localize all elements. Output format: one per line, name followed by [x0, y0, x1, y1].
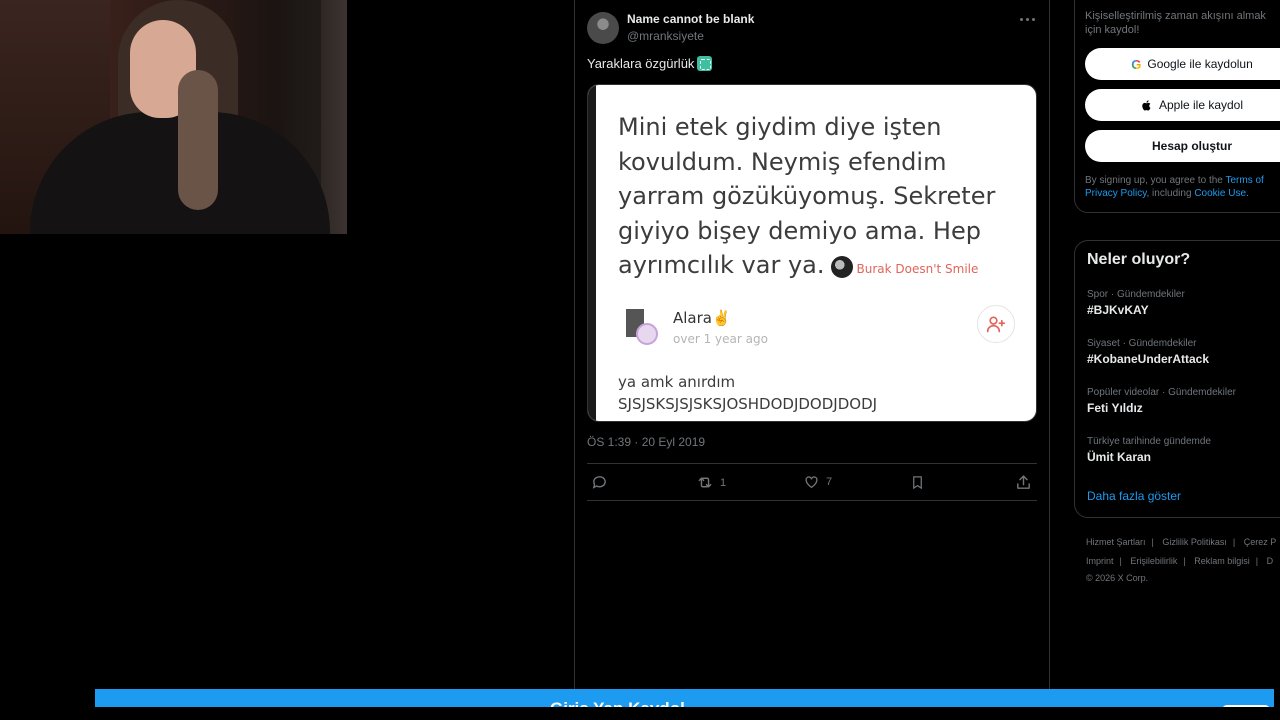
create-account-label: Hesap oluştur [1151, 139, 1232, 153]
author-handle[interactable]: @mranksiyete [627, 29, 704, 43]
meme-line: Mini etek giydim diye işten [618, 113, 942, 141]
add-friend-icon [977, 305, 1015, 343]
webcam-person-hair-strand [178, 70, 218, 210]
footer-link-privacy[interactable]: Gizlilik Politikası [1162, 537, 1227, 547]
tweet-timestamp[interactable]: ÖS 1:39 · 20 Eyl 2019 [587, 435, 705, 449]
comment-time: over 1 year ago [673, 332, 768, 346]
meme-credit: Burak Doesn't Smile [856, 262, 979, 276]
trends-title: Neler oluyor? [1087, 251, 1191, 268]
terms-mid: , including [1146, 188, 1195, 199]
google-icon: G [1131, 56, 1142, 72]
footer-link-more[interactable]: D [1267, 556, 1274, 566]
sidebar-footer: Hizmet Şartları | Gizlilik Politikası | Çe… [1086, 533, 1280, 585]
meme-line-last: ayrımcılık var ya. Burak Doesn't Smile [618, 248, 1008, 287]
tweet-actions: 1 7 [587, 463, 1037, 501]
comment-line: ya amk anırdım [618, 373, 736, 391]
apple-signup-label: Apple ile kaydol [1158, 98, 1244, 112]
bookmark-button[interactable] [910, 474, 925, 491]
comment-body: ya amk anırdım SJSJSKSJSJSKSJOSHDODJDODJ… [618, 371, 1018, 415]
more-options-icon[interactable] [1017, 12, 1037, 26]
cookie-link[interactable]: Cookie Use. [1194, 188, 1248, 199]
share-button[interactable] [1015, 474, 1032, 491]
trend-meta: Spor · Gündemdekiler [1087, 289, 1185, 300]
meme-line: giyiyo bişey demiyo ama. Hep [618, 216, 981, 245]
footer-row: Hizmet Şartları | Gizlilik Politikası | Çe… [1086, 537, 1277, 547]
footer-link-accessibility[interactable]: Erişilebilirlik [1130, 556, 1177, 566]
footer-link-cookie[interactable]: Çerez P [1244, 537, 1277, 547]
tweet-column: Name cannot be blank @mranksiyete Yarakl… [574, 0, 1050, 690]
author-name[interactable]: Name cannot be blank [627, 12, 754, 26]
like-count: 7 [826, 476, 833, 488]
trend-meta: Türkiye tarihinde gündemde [1087, 436, 1211, 447]
trend-name: Feti Yıldız [1087, 401, 1143, 415]
webcam-overlay [0, 0, 347, 234]
like-button[interactable]: 7 [803, 474, 832, 490]
google-signup-button[interactable]: G Google ile kaydolun [1085, 48, 1280, 80]
show-more-link[interactable]: Daha fazla göster [1087, 489, 1181, 503]
trend-meta: Siyaset · Gündemdekiler [1087, 338, 1197, 349]
share-icon [1017, 475, 1030, 489]
signup-card: Kişiselleştirilmiş zaman akışını almak i… [1074, 0, 1280, 213]
google-signup-label: Google ile kaydolun [1147, 57, 1253, 71]
reply-button[interactable] [591, 474, 608, 491]
meme-line: kovuldum. Neymiş efendim [618, 147, 947, 176]
trend-name: Ümit Karan [1087, 450, 1152, 464]
trend-item[interactable]: Spor · Gündemdekiler #BJKvKAY [1087, 289, 1280, 317]
commenter-avatar [626, 309, 662, 347]
trend-item[interactable]: Popüler videolar · Gündemdekiler Feti Yı… [1087, 387, 1280, 415]
bookmark-icon [913, 476, 922, 490]
heart-icon [805, 476, 818, 489]
tweet-text-content: Yaraklara özgürlük [587, 56, 695, 71]
retweet-icon [698, 477, 712, 488]
author-avatar[interactable] [587, 12, 619, 44]
signup-terms: By signing up, you agree to the Terms of… [1085, 174, 1280, 200]
trend-name: #BJKvKAY [1087, 303, 1149, 317]
right-sidebar: Kişiselleştirilmiş zaman akışını almak i… [1074, 0, 1280, 690]
banner-text: Giriş Yap Kaydol [550, 699, 685, 707]
trend-name: #KobaneUnderAttack [1087, 352, 1210, 366]
meme-line: yarram gözüküyomuş. Sekreter [618, 182, 996, 210]
apple-signup-button[interactable]: Apple ile kaydol [1085, 89, 1280, 121]
trend-meta: Popüler videolar · Gündemdekiler [1087, 387, 1236, 398]
signup-subtitle: Kişiselleştirilmiş zaman akışını almak i… [1085, 10, 1266, 36]
privacy-link[interactable]: Privacy Policy [1085, 188, 1147, 199]
tweet-text: Yaraklara özgürlük [587, 56, 713, 71]
footer-link-imprint[interactable]: Imprint [1086, 556, 1114, 566]
footer-link-terms[interactable]: Hizmet Şartları [1086, 537, 1146, 547]
credit-avatar-icon [830, 256, 853, 278]
tweet-header: Name cannot be blank @mranksiyete [587, 10, 1037, 46]
emoji-icon [697, 56, 713, 71]
apple-icon [1142, 99, 1151, 111]
footer-row: Imprint | Erişilebilirlik | Reklam bilgisi… [1086, 556, 1274, 566]
trend-item[interactable]: Türkiye tarihinde gündemde Ümit Karan [1087, 436, 1280, 464]
meme-text: Mini etek giydim diye işten kovuldum. Ne… [618, 110, 1008, 287]
comment-line: SJSJSKSJSJSKSJOSHDODJDODJDODJ [618, 395, 878, 413]
tweet-media-image[interactable]: Mini etek giydim diye işten kovuldum. Ne… [587, 84, 1037, 422]
create-account-button[interactable]: Hesap oluştur [1085, 130, 1280, 162]
commenter-name: Alara✌️ [673, 309, 731, 327]
trends-card: Neler oluyor? Spor · Gündemdekiler #BJKv… [1074, 240, 1280, 518]
terms-link[interactable]: Terms of [1225, 175, 1263, 186]
footer-copyright: © 2026 X Corp. [1086, 573, 1149, 583]
login-banner: Giriş Yap Kaydol [95, 689, 1274, 707]
retweet-button[interactable]: 1 [696, 474, 726, 491]
terms-prefix: By signing up, you agree to the [1085, 175, 1226, 186]
reply-icon [592, 476, 606, 489]
media-edge-strip [588, 85, 596, 421]
trend-item[interactable]: Siyaset · Gündemdekiler #KobaneUnderAtta… [1087, 338, 1280, 366]
banner-button[interactable] [1222, 705, 1270, 707]
footer-link-ads[interactable]: Reklam bilgisi [1194, 556, 1250, 566]
meme-line: ayrımcılık var ya. [618, 251, 825, 279]
retweet-count: 1 [720, 476, 727, 489]
